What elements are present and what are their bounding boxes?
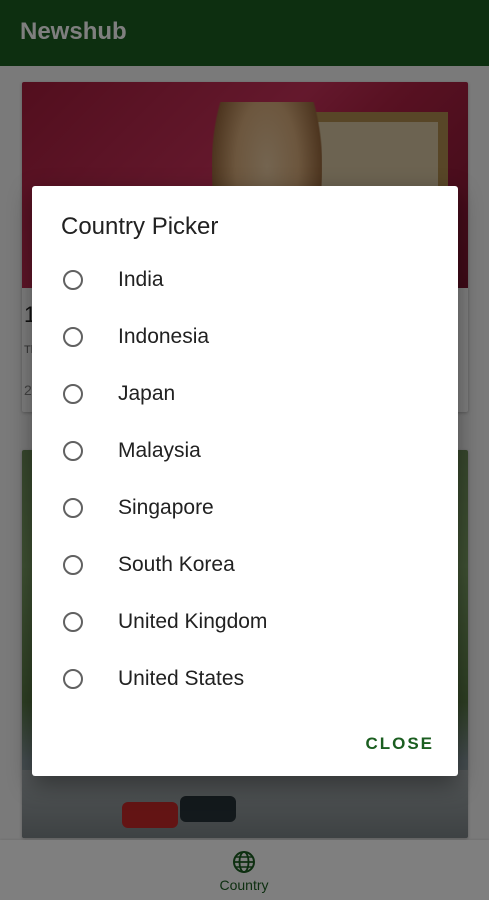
radio-button[interactable] — [63, 498, 83, 518]
country-option-label: United States — [118, 667, 245, 690]
country-option[interactable]: India — [32, 254, 458, 311]
radio-button[interactable] — [63, 270, 83, 290]
country-option[interactable]: United Kingdom — [32, 596, 458, 653]
country-option[interactable]: United States — [32, 653, 458, 710]
radio-button[interactable] — [63, 441, 83, 461]
country-option-label: Singapore — [118, 496, 214, 519]
close-button[interactable]: CLOSE — [365, 734, 434, 754]
dialog-title: Country Picker — [61, 213, 219, 240]
country-option-label: Indonesia — [118, 325, 210, 348]
country-option-label: Japan — [118, 382, 176, 405]
radio-button[interactable] — [63, 555, 83, 575]
country-option[interactable]: Malaysia — [32, 425, 458, 482]
country-option[interactable]: Indonesia — [32, 311, 458, 368]
country-option-label: Malaysia — [118, 439, 201, 462]
radio-button[interactable] — [63, 669, 83, 689]
country-option[interactable]: South Korea — [32, 539, 458, 596]
country-option-label: South Korea — [118, 553, 235, 576]
country-option[interactable]: Singapore — [32, 482, 458, 539]
country-option[interactable]: Japan — [32, 368, 458, 425]
radio-button[interactable] — [63, 327, 83, 347]
radio-button[interactable] — [63, 612, 83, 632]
country-option-label: United Kingdom — [118, 610, 268, 633]
radio-button[interactable] — [63, 384, 83, 404]
country-picker-dialog: Country Picker India Indonesia Japan Mal… — [32, 186, 458, 776]
country-option-label: India — [118, 268, 164, 291]
